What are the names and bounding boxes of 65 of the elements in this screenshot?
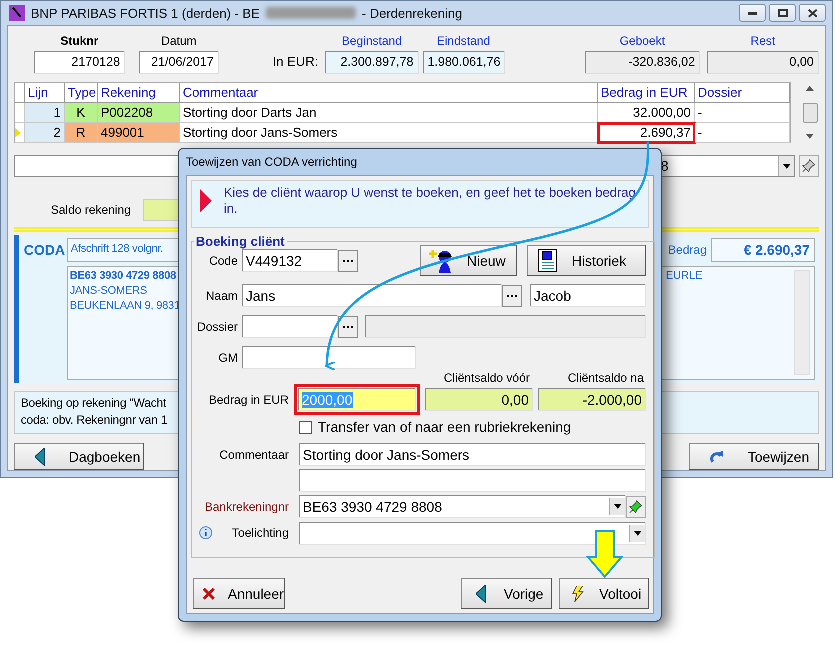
table-cell: 2 — [25, 123, 65, 143]
assign-button[interactable]: Toewijzen — [689, 443, 819, 470]
message-line: coda: obv. Rekeningnr van 1 — [21, 413, 168, 427]
window-title: BNP PARIBAS FORTIS 1 (derden) - BE — [31, 6, 260, 20]
window-title-suffix: - Derdenrekening — [362, 6, 462, 20]
readonly-field: 1.980.061,76 — [422, 51, 505, 74]
currency-label: In EUR: — [272, 54, 318, 71]
readonly-field: 0,00 — [707, 51, 819, 74]
readonly-field: -2.000,00 — [538, 388, 646, 411]
saldo-label: Saldo rekening — [51, 203, 132, 217]
field-label: Commentaar — [218, 448, 289, 462]
field-label: Bankrekeningnr — [204, 500, 289, 514]
table-cell: 499001 — [98, 123, 180, 143]
address-line: EURLE — [666, 270, 704, 282]
table-cell: P002208 — [98, 103, 180, 123]
history-button[interactable]: Historiek — [527, 245, 646, 276]
table-cell: - — [695, 103, 790, 123]
finish-button[interactable]: Voltooi — [558, 578, 649, 609]
table-cell: Storting door Darts Jan — [180, 103, 598, 123]
input-field[interactable]: V449132 — [242, 249, 338, 272]
table-cell: R — [65, 123, 98, 143]
field-label: Beginstand — [342, 34, 402, 48]
table-cell: 32.000,00 — [598, 103, 695, 123]
address-line: BE63 3930 4729 8808 — [70, 270, 176, 282]
amount-field: € 2.690,37 — [711, 238, 815, 262]
instruction-text: Kies de cliënt waarop U wenst te boeken, en geef het te boeken bedrag in. — [224, 185, 637, 218]
group-title: Boeking cliënt — [195, 234, 286, 249]
field-label: GM — [218, 350, 238, 364]
coda-title: CODA — [23, 241, 66, 260]
input-field[interactable]: 21/06/2017 — [139, 51, 219, 74]
table-cell: Storting door Jans-Somers — [180, 123, 598, 143]
table-cell: 2.690,37 — [598, 123, 695, 143]
input-field[interactable]: Jans — [242, 284, 502, 307]
field-label: Cliëntsaldo vóór — [442, 371, 530, 385]
field-label: Eindstand — [437, 34, 490, 48]
cancel-button[interactable]: Annuleer — [193, 578, 285, 609]
address-line: JANS-SOMERS — [70, 285, 148, 297]
readonly-field: 2.300.897,78 — [325, 51, 419, 74]
back-button[interactable]: Vorige — [461, 578, 552, 609]
message-line: Boeking op rekening "Wacht — [21, 396, 166, 410]
input-field[interactable]: Jacob — [530, 284, 646, 307]
field-label: Datum — [161, 34, 197, 48]
field-label: Rest — [750, 34, 776, 48]
input-field[interactable]: Storting door Jans-Somers — [299, 443, 646, 466]
checkbox-label: Transfer van of naar een rubriekrekening — [318, 419, 572, 435]
bank-dropdown[interactable]: BE63 3930 4729 8808 — [299, 495, 626, 518]
field-label: Stuknr — [60, 34, 99, 48]
address-line: BEUKENLAAN 9, 9831 — [70, 300, 180, 312]
readonly-field: -320.836,02 — [584, 51, 700, 74]
field-label: Dossier — [196, 320, 238, 334]
field-label: Naam — [204, 288, 238, 302]
table-cell: K — [65, 103, 98, 123]
field-label: Code — [208, 254, 238, 268]
input-field[interactable]: 2170128 — [34, 51, 126, 74]
dialog-title: Toewijzen van CODA verrichting — [186, 154, 358, 171]
journals-button[interactable]: Dagboeken — [14, 443, 144, 470]
field-label: Cliëntsaldo na — [566, 371, 644, 385]
readonly-field: 0,00 — [425, 388, 533, 411]
field-label: Toelichting — [192, 526, 289, 542]
new-button[interactable]: Nieuw — [420, 245, 517, 276]
table-cell: - — [695, 123, 790, 143]
table-cell: 1 — [25, 103, 65, 123]
field-label: Geboekt — [620, 34, 666, 48]
field-label: Bedrag in EUR — [208, 392, 289, 406]
amount-label: Bedrag — [668, 242, 707, 259]
